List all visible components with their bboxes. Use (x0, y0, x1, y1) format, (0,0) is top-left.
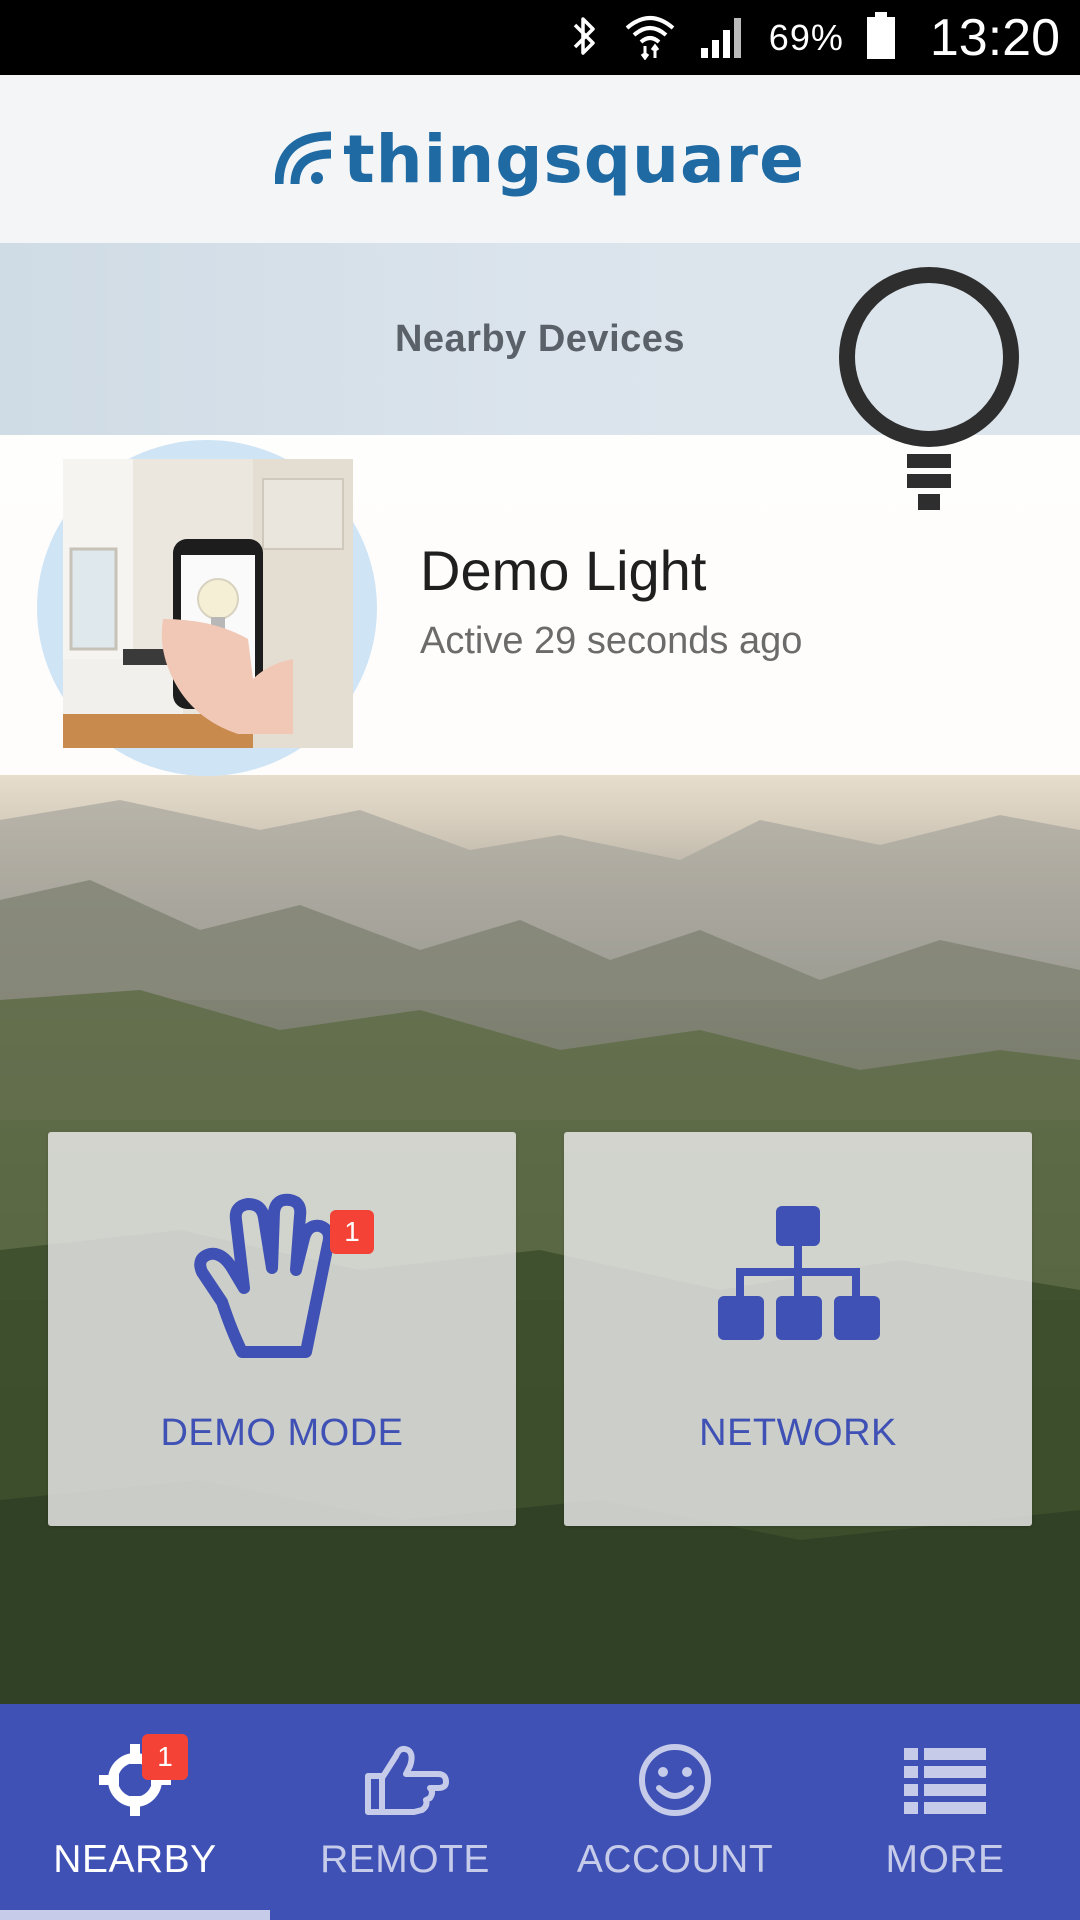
network-tile[interactable]: NETWORK (564, 1132, 1032, 1526)
device-photo[interactable] (63, 459, 353, 748)
logo: thingsquare (274, 120, 805, 198)
battery-icon (866, 11, 896, 64)
network-icon (708, 1192, 888, 1356)
device-name[interactable]: Demo Light (420, 538, 706, 603)
nearby-devices-title: Nearby Devices (394, 317, 686, 360)
bluetooth-icon (567, 13, 601, 63)
nearby-badge: 1 (142, 1734, 188, 1780)
network-label: NETWORK (699, 1412, 897, 1454)
wifi-icon (623, 12, 677, 64)
app-screen: 69% 13:20 thingsquare Nearby Devices Dem… (0, 0, 1080, 1920)
list-icon (900, 1740, 990, 1824)
nav-account[interactable]: ACCOUNT (540, 1704, 810, 1920)
nav-remote-label: REMOTE (320, 1838, 490, 1881)
signal-icon (699, 14, 747, 62)
pointing-hand-icon (360, 1740, 450, 1824)
battery-percent: 69% (768, 16, 844, 58)
app-header: thingsquare (0, 75, 1080, 243)
clock: 13:20 (929, 8, 1060, 67)
device-status: Active 29 seconds ago (420, 620, 803, 662)
nav-more[interactable]: MORE (810, 1704, 1080, 1920)
logo-mark-icon (274, 126, 337, 192)
nav-remote[interactable]: REMOTE (270, 1704, 540, 1920)
active-tab-indicator (0, 1910, 270, 1920)
logo-text: thingsquare (343, 120, 805, 198)
demo-mode-label: DEMO MODE (160, 1412, 404, 1454)
nav-account-label: ACCOUNT (576, 1838, 774, 1881)
lightbulb-icon[interactable] (836, 264, 1022, 520)
nav-nearby-label: NEARBY (53, 1838, 217, 1881)
status-bar: 69% 13:20 (0, 0, 1080, 75)
bottom-navigation: 1 NEARBY REMOTE ACCOUNT MORE (0, 1704, 1080, 1920)
nav-more-label: MORE (885, 1838, 1005, 1881)
demo-mode-tile[interactable]: 1 DEMO MODE (48, 1132, 516, 1526)
nav-nearby[interactable]: 1 NEARBY (0, 1704, 270, 1920)
smiley-icon (635, 1740, 715, 1824)
demo-mode-badge: 1 (330, 1210, 374, 1254)
